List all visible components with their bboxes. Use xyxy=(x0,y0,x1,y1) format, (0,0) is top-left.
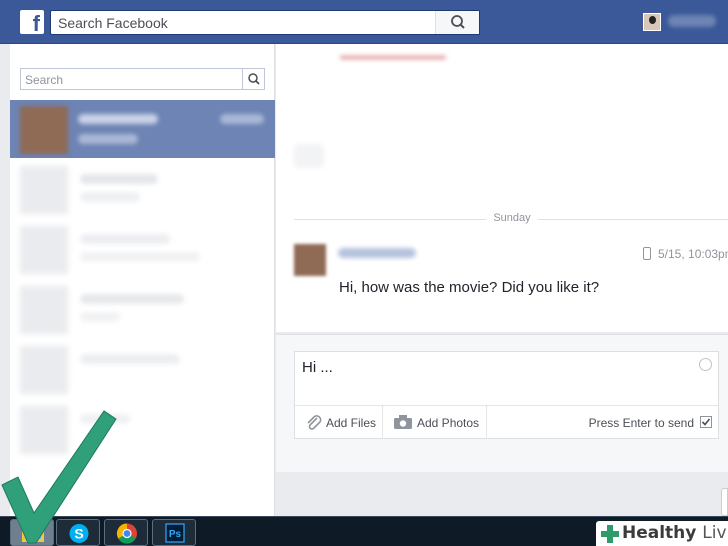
svg-text:Ps: Ps xyxy=(169,529,182,540)
healthy-living-watermark: Healthy Living xyxy=(596,521,728,546)
facebook-search-placeholder: Search Facebook xyxy=(58,15,168,31)
conversation-snippet-blurred xyxy=(80,252,200,262)
conversation-snippet-blurred xyxy=(80,312,120,322)
paperclip-icon xyxy=(307,415,322,430)
taskbar-photoshop[interactable]: Ps xyxy=(152,519,196,546)
profile-name-blurred[interactable] xyxy=(668,15,716,27)
previous-message-blurred xyxy=(294,144,324,168)
conversation-search-input[interactable]: Search xyxy=(20,68,265,90)
message-timestamp: 5/15, 10:03pm xyxy=(658,247,728,261)
cross-icon xyxy=(601,525,619,543)
chat-thread: Sunday 5/15, 10:03pm Hi, how was the mov… xyxy=(276,44,728,332)
add-photos-button[interactable]: Add Photos xyxy=(383,406,487,439)
avatar xyxy=(20,346,68,394)
message-text: Hi, how was the movie? Did you like it? xyxy=(339,279,600,296)
photoshop-icon: Ps xyxy=(165,523,185,543)
conversation-item[interactable] xyxy=(10,340,275,398)
conversation-search-button[interactable] xyxy=(242,69,264,89)
search-button[interactable] xyxy=(435,11,479,34)
conversation-item[interactable] xyxy=(10,220,275,278)
conversation-item[interactable] xyxy=(10,280,275,338)
emoji-icon[interactable] xyxy=(699,358,712,371)
avatar xyxy=(20,106,68,154)
conversation-snippet-blurred xyxy=(80,192,140,202)
message-composer[interactable]: Hi ... Add Files Add Photos Press Enter … xyxy=(294,351,719,439)
page-background xyxy=(276,472,728,516)
watermark-light: Living xyxy=(702,523,728,543)
checkmark-icon xyxy=(1,410,117,544)
top-bar: f Search Facebook xyxy=(0,0,728,44)
avatar xyxy=(20,286,68,334)
composer-input-text[interactable]: Hi ... xyxy=(302,359,333,376)
add-photos-label: Add Photos xyxy=(417,416,480,430)
conversation-name-blurred xyxy=(80,174,158,184)
conversation-name-blurred xyxy=(80,294,184,304)
sender-avatar[interactable] xyxy=(294,244,326,276)
conversation-item-active[interactable] xyxy=(10,100,275,158)
conversation-name-blurred xyxy=(78,114,158,124)
conversation-search-placeholder: Search xyxy=(25,73,64,87)
facebook-search-input[interactable]: Search Facebook xyxy=(50,10,480,35)
conversation-time-blurred xyxy=(220,114,264,124)
camera-icon xyxy=(394,415,412,429)
search-icon xyxy=(451,15,465,29)
watermark-bold: Healthy xyxy=(622,523,697,543)
watermark-text: Healthy Living xyxy=(622,523,728,543)
scrollbar[interactable] xyxy=(721,488,728,516)
add-files-label: Add Files xyxy=(326,416,377,430)
facebook-logo[interactable]: f xyxy=(20,10,44,34)
day-separator-label: Sunday xyxy=(486,212,538,224)
avatar xyxy=(20,166,68,214)
profile-avatar[interactable] xyxy=(643,13,661,31)
search-icon xyxy=(248,73,260,85)
press-enter-to-send-label: Press Enter to send xyxy=(588,416,694,430)
add-files-button[interactable]: Add Files xyxy=(295,406,383,439)
phone-icon xyxy=(643,247,651,260)
conversation-item[interactable] xyxy=(10,160,275,218)
press-enter-to-send-checkbox[interactable] xyxy=(700,416,712,428)
check-icon xyxy=(701,418,711,426)
avatar xyxy=(20,226,68,274)
conversation-snippet-blurred xyxy=(78,134,138,144)
conversation-name-blurred xyxy=(80,354,180,364)
composer-toolbar: Add Files Add Photos Press Enter to send xyxy=(295,405,718,439)
conversation-name-blurred xyxy=(80,234,170,244)
screenshot: f Search Facebook Search Sunday 5/15, 10… xyxy=(0,0,728,546)
sender-name-blurred[interactable] xyxy=(338,248,416,258)
attachment-preview-blurred xyxy=(340,56,446,59)
